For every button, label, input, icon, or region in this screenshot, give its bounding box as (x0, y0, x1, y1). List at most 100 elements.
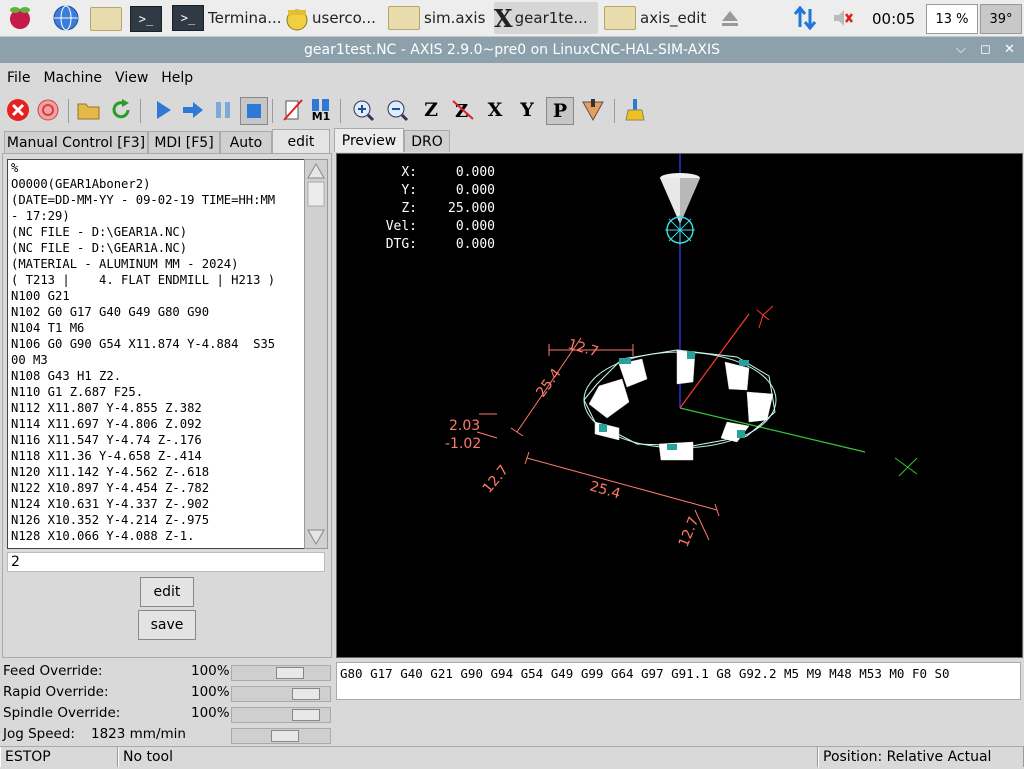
code-line[interactable]: N118 X11.36 Y-4.658 Z-.414 (8, 448, 304, 464)
gear-teeth (588, 349, 774, 461)
pause-icon[interactable] (210, 97, 236, 123)
tab-manual-control[interactable]: Manual Control [F3] (4, 131, 148, 154)
task-userconfig[interactable]: userco... (282, 2, 376, 34)
override-value: 100% (191, 705, 230, 721)
code-line[interactable]: N104 T1 M6 (8, 320, 304, 336)
task-gear1test[interactable]: X gear1te... (494, 2, 598, 34)
tab-auto[interactable]: Auto (220, 131, 272, 154)
code-line[interactable]: N106 G0 G90 G54 X11.874 Y-4.884 S35 (8, 336, 304, 352)
override-slider[interactable] (231, 728, 331, 744)
override-slider[interactable] (231, 665, 331, 681)
code-line[interactable]: % (8, 160, 304, 176)
globe-icon[interactable] (52, 4, 80, 32)
active-gcodes: G80 G17 G40 G21 G90 G94 G54 G49 G99 G64 … (336, 662, 1021, 700)
cpu-meter[interactable]: 13 % (926, 4, 978, 34)
zoom-in-icon[interactable] (350, 97, 376, 123)
task-axis-edit[interactable]: axis_edit (604, 2, 706, 34)
step-icon[interactable] (180, 97, 206, 123)
tab-mdi[interactable]: MDI [F5] (148, 131, 220, 154)
dim-side-label: 25.4 (533, 366, 564, 401)
code-line[interactable]: N112 X11.807 Y-4.855 Z.382 (8, 400, 304, 416)
temperature-meter[interactable]: 39° (980, 4, 1022, 34)
gcode-editor[interactable]: % O0000(GEAR1Aboner2) (DATE=DD-MM-YY - 09-… (7, 159, 305, 549)
code-line[interactable]: (NC FILE - D:\GEAR1A.NC) (8, 240, 304, 256)
dim-right-label: 12.7 (676, 515, 703, 550)
position-status: Position: Relative Actual (818, 747, 1024, 767)
x-axis-letter (894, 457, 918, 477)
toolbar: M1 Z Z X Y P (0, 93, 1024, 129)
toggle-tool-icon[interactable] (580, 97, 606, 123)
slider-thumb[interactable] (292, 688, 320, 700)
menu-file[interactable]: File (7, 70, 30, 86)
menu-machine[interactable]: Machine (43, 70, 102, 86)
override-slider[interactable] (231, 707, 331, 723)
line-number-input[interactable]: 2 (7, 552, 325, 572)
task-sim-axis[interactable]: sim.axis (388, 2, 485, 34)
toolpath-preview[interactable]: X: 0.000 Y: 0.000 Z: 25.000 Vel: 0.000 DTG: 0.000 (336, 153, 1023, 658)
maximize-icon[interactable]: ◻ (980, 42, 991, 57)
view-p-icon[interactable]: P (546, 97, 574, 125)
folder-icon[interactable] (90, 7, 122, 35)
save-button[interactable]: save (138, 610, 196, 640)
run-icon[interactable] (150, 97, 176, 123)
code-line[interactable]: N128 X10.066 Y-4.088 Z-1. (8, 528, 304, 544)
close-icon[interactable]: ✕ (1004, 42, 1015, 57)
open-folder-icon[interactable] (76, 97, 102, 123)
clock[interactable]: 00:05 (872, 10, 915, 28)
window-title: gear1test.NC - AXIS 2.9.0~pre0 on LinuxC… (304, 42, 720, 58)
code-line[interactable]: N110 G1 Z.687 F25. (8, 384, 304, 400)
tab-preview[interactable]: Preview (334, 128, 404, 152)
view-x-icon[interactable]: X (482, 97, 508, 123)
reload-icon[interactable] (108, 97, 134, 123)
slider-thumb[interactable] (292, 709, 320, 721)
stop-icon[interactable] (240, 97, 268, 125)
code-line[interactable]: 00 M3 (8, 352, 304, 368)
zoom-out-icon[interactable] (384, 97, 410, 123)
clear-plot-icon[interactable] (622, 97, 648, 123)
code-line[interactable]: N122 X10.897 Y-4.454 Z-.782 (8, 480, 304, 496)
override-slider[interactable] (231, 686, 331, 702)
network-icon[interactable] (792, 5, 818, 35)
raspberry-icon[interactable] (6, 4, 34, 32)
block-delete-icon[interactable] (280, 97, 306, 123)
view-y-icon[interactable]: Y (514, 97, 540, 123)
menu-view[interactable]: View (115, 70, 148, 86)
slider-thumb[interactable] (276, 667, 304, 679)
menu-help[interactable]: Help (161, 70, 193, 86)
python-icon (286, 9, 308, 31)
code-line[interactable]: N114 X11.697 Y-4.806 Z.092 (8, 416, 304, 432)
code-line[interactable]: (MATERIAL - ALUMINUM MM - 2024) (8, 256, 304, 272)
view-z-icon[interactable]: Z (418, 97, 444, 123)
optional-stop-icon[interactable]: M1 (308, 97, 334, 123)
estop-icon[interactable] (5, 97, 31, 123)
slider-thumb[interactable] (271, 730, 299, 742)
code-line[interactable]: - 17:29) (8, 208, 304, 224)
minimize-icon[interactable]: ⌵ (956, 42, 966, 57)
code-line[interactable]: N100 G21 (8, 288, 304, 304)
tab-edit[interactable]: edit (272, 129, 330, 154)
view-z2-icon[interactable]: Z (450, 97, 476, 123)
code-line[interactable]: N126 X10.352 Y-4.214 Z-.975 (8, 512, 304, 528)
code-line[interactable]: ( T213 | 4. FLAT ENDMILL | H213 ) (8, 272, 304, 288)
code-line[interactable]: (DATE=DD-MM-YY - 09-02-19 TIME=HH:MM (8, 192, 304, 208)
estop-status: ESTOP (0, 747, 118, 767)
override-label: Jog Speed: (3, 726, 75, 742)
volume-muted-icon[interactable] (832, 8, 854, 32)
dim-left-label: 12.7 (480, 462, 512, 496)
code-line[interactable]: O0000(GEAR1Aboner2) (8, 176, 304, 192)
edit-button[interactable]: edit (140, 577, 194, 607)
code-line[interactable]: N116 X11.547 Y-4.74 Z-.176 (8, 432, 304, 448)
code-line[interactable]: N124 X10.631 Y-4.337 Z-.902 (8, 496, 304, 512)
tool-status: No tool (118, 747, 818, 767)
code-line[interactable]: N102 G0 G17 G40 G49 G80 G90 (8, 304, 304, 320)
code-line[interactable]: (NC FILE - D:\GEAR1A.NC) (8, 224, 304, 240)
editor-scrollbar[interactable] (304, 159, 328, 549)
code-line[interactable]: N120 X11.142 Y-4.562 Z-.618 (8, 464, 304, 480)
terminal-icon[interactable]: >_ (130, 6, 162, 34)
tab-dro[interactable]: DRO (404, 130, 450, 152)
folder-icon (388, 6, 420, 30)
power-icon[interactable] (35, 97, 61, 123)
code-line[interactable]: N108 G43 H1 Z2. (8, 368, 304, 384)
task-terminal[interactable]: >_ Termina... (172, 2, 282, 34)
eject-icon[interactable] (720, 8, 740, 32)
